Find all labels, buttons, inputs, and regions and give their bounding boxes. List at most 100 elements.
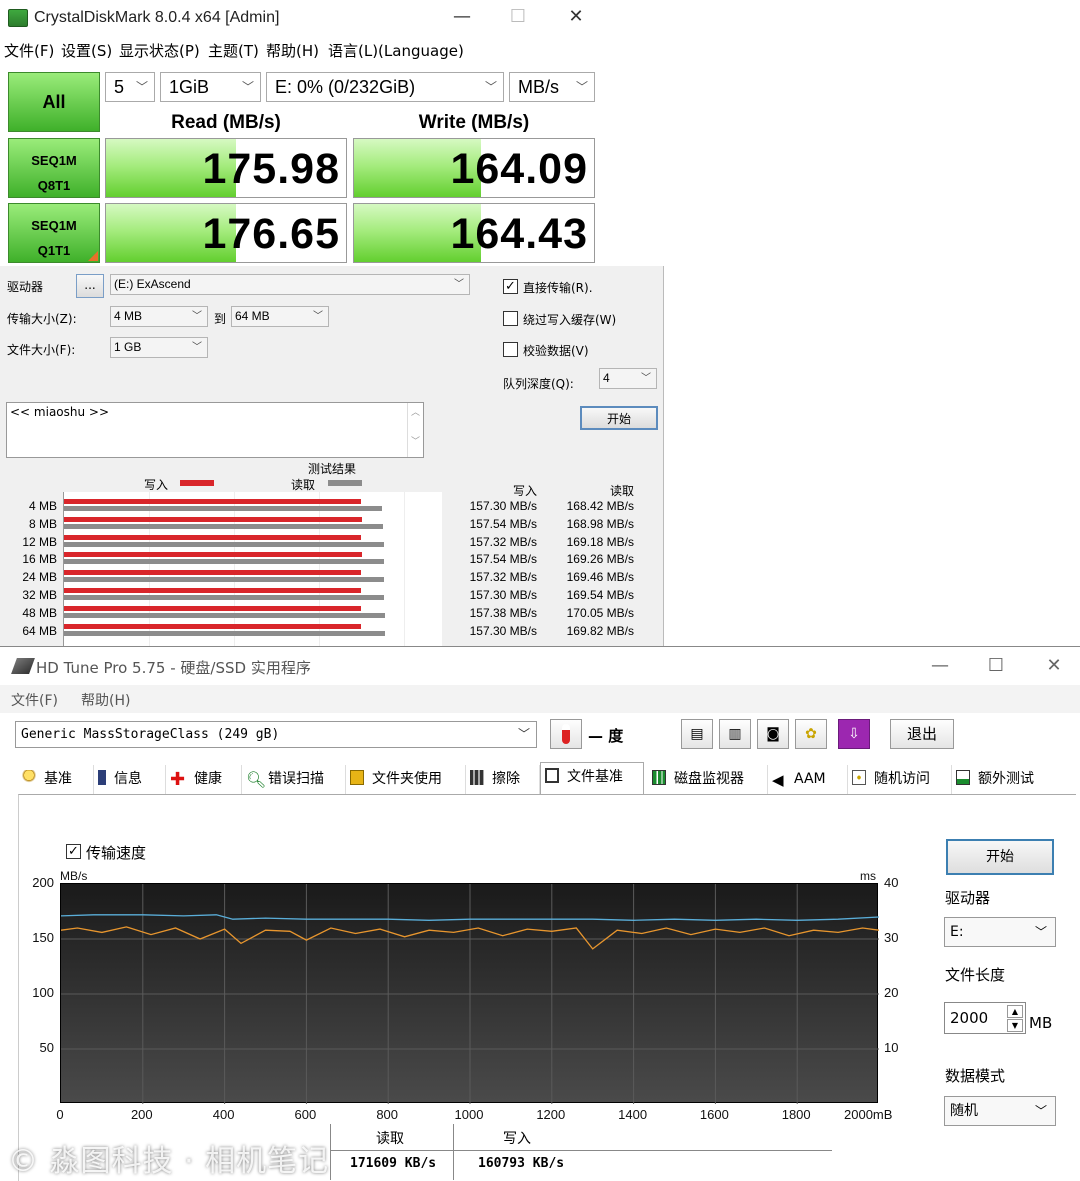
row-size-label: 4 MB (28, 499, 57, 513)
y2-tick-label: 20 (884, 985, 899, 1000)
file-benchmark-icon (545, 768, 559, 783)
verify-checkbox[interactable] (503, 342, 518, 357)
transfer-from-select[interactable]: 4 MB ﹀ (110, 306, 208, 327)
tab-folder-usage[interactable]: 文件夹使用 (346, 765, 466, 795)
scroll-down-icon: ﹀ (410, 437, 420, 447)
tab-label: 错误扫描 (268, 771, 324, 787)
x-tick-label: 1600 (699, 1107, 729, 1122)
drive-select[interactable]: (E:) ExAscend ﹀ (110, 274, 470, 295)
transfer-to-select[interactable]: 64 MB ﹀ (231, 306, 329, 327)
unit-select[interactable]: MB/s ﹀ (509, 72, 595, 102)
memo-scrollbar[interactable]: ︿ ﹀ (407, 403, 423, 457)
tab-extra-tests[interactable]: 额外测试 (952, 765, 1058, 795)
copy-text-icon[interactable]: ▤ (681, 719, 713, 749)
tab-label: 擦除 (492, 771, 520, 787)
tab-bar: 基准 信息 ✚ 健康 🔍︎ 错误扫描 文件夹使用 擦除 文件基准 磁盘监视器 ◀︎ A… (18, 762, 1058, 795)
test-button-seq1m-q1t1[interactable]: SEQ1M Q1T1 (8, 203, 100, 263)
tab-health[interactable]: ✚ 健康 (166, 765, 242, 795)
drive-name: Generic MassStorageClass (249 gB) (21, 727, 280, 742)
row-write-value: 157.54 MB/s (469, 516, 537, 531)
write-bar (64, 588, 362, 593)
close-button[interactable]: ✕ (556, 6, 596, 30)
data-mode-label: 数据模式 (945, 1067, 1006, 1085)
minimize-button[interactable]: — (920, 655, 960, 679)
spin-up-icon[interactable]: ▲ (1007, 1005, 1023, 1018)
to-label: 到 (214, 312, 227, 326)
read-value: 176.65 (202, 210, 340, 258)
chevron-down-icon: ﹀ (641, 373, 651, 384)
drive-select[interactable]: E: ﹀ (944, 917, 1056, 947)
x-tick-label: 1800 (781, 1107, 811, 1122)
close-button[interactable]: ✕ (1034, 655, 1074, 679)
tab-benchmark[interactable]: 基准 (18, 765, 94, 795)
data-mode-value: 随机 (950, 1103, 978, 1119)
tab-erase[interactable]: 擦除 (466, 765, 540, 795)
settings-icon[interactable]: ✿ (795, 719, 827, 749)
tab-error-scan[interactable]: 🔍︎ 错误扫描 (242, 765, 346, 795)
screenshot-icon[interactable]: ◙ (757, 719, 789, 749)
y-tick-label: 50 (39, 1040, 54, 1055)
minimize-button[interactable]: — (442, 6, 482, 30)
menu-file[interactable]: 文件(F) (4, 40, 54, 61)
save-icon[interactable]: ⇩ (838, 719, 870, 749)
write-bar (64, 570, 362, 576)
x-tick-label: 400 (212, 1107, 235, 1122)
tab-info[interactable]: 信息 (94, 765, 166, 795)
tab-disk-monitor[interactable]: 磁盘监视器 (648, 765, 768, 795)
size-select[interactable]: 1GiB ﹀ (160, 72, 261, 102)
corner-marker-icon (88, 251, 98, 261)
tab-random-access[interactable]: 随机访问 (848, 765, 952, 795)
y-axis-unit: MB/s (60, 869, 88, 883)
tab-aam[interactable]: ◀︎ AAM (768, 765, 848, 795)
watermark: © 淼图科技 · 相机笔记 (8, 1144, 330, 1179)
browse-button[interactable]: ... (76, 274, 104, 298)
row-write-value: 157.32 MB/s (469, 570, 537, 585)
menu-theme[interactable]: 主题(T) (208, 40, 259, 61)
menu-file[interactable]: 文件(F) (11, 690, 58, 710)
y2-tick-label: 10 (884, 1040, 899, 1055)
all-button[interactable]: All (8, 72, 100, 132)
description-memo[interactable]: << miaoshu >> ︿ ﹀ (6, 402, 424, 458)
menu-language[interactable]: 语言(L)(Language) (328, 40, 464, 61)
copy-info-icon[interactable]: ▥ (719, 719, 751, 749)
maximize-button[interactable]: ☐ (976, 655, 1016, 679)
row-read-value: 170.05 MB/s (566, 605, 634, 620)
chevron-down-icon: ﹀ (575, 80, 588, 94)
data-mode-select[interactable]: 随机 ﹀ (944, 1096, 1056, 1126)
file-length-value: 2000 (950, 1009, 989, 1027)
start-button[interactable]: 开始 (580, 406, 658, 430)
bypass-cache-checkbox[interactable] (503, 311, 518, 326)
test-button-seq1m-q8t1[interactable]: SEQ1M Q8T1 (8, 138, 100, 198)
row-read-value: 168.42 MB/s (566, 499, 634, 513)
transfer-speed-checkbox[interactable]: ✓ (66, 844, 81, 859)
row-size-label: 12 MB (22, 534, 57, 549)
menu-help[interactable]: 帮助(H) (266, 40, 319, 61)
menu-bar: 文件(F) 帮助(H) (0, 685, 1080, 713)
menu-help[interactable]: 帮助(H) (81, 690, 130, 710)
spin-down-icon[interactable]: ▼ (1007, 1019, 1023, 1032)
read-bar (64, 630, 385, 636)
exit-button[interactable]: 退出 (890, 719, 954, 749)
menu-display[interactable]: 显示状态(P) (119, 40, 200, 61)
maximize-button[interactable]: ☐ (498, 6, 538, 30)
drive-combo[interactable]: Generic MassStorageClass (249 gB) ﹀ (15, 721, 537, 748)
drive-select[interactable]: E: 0% (0/232GiB) ﹀ (266, 72, 504, 102)
transfer-to-value: 64 MB (235, 309, 270, 323)
menu-settings[interactable]: 设置(S) (61, 40, 112, 61)
x-tick-label: 0 (56, 1107, 64, 1122)
row-read-value: 169.26 MB/s (566, 552, 634, 567)
test-params: Q1T1 (37, 243, 71, 258)
random-access-icon (852, 770, 866, 785)
row-size-label: 16 MB (22, 552, 57, 567)
read-bar (64, 559, 384, 565)
direct-io-checkbox[interactable]: ✓ (503, 279, 518, 294)
file-size-select[interactable]: 1 GB ﹀ (110, 337, 208, 358)
count-select[interactable]: 5 ﹀ (105, 72, 155, 102)
row-size-label: 48 MB (22, 605, 57, 620)
queue-depth-select[interactable]: 4 ﹀ (599, 368, 657, 389)
y2-axis-unit: ms (860, 869, 876, 883)
file-length-input[interactable]: 2000 ▲ ▼ (944, 1002, 1026, 1034)
tab-file-benchmark[interactable]: 文件基准 (540, 762, 644, 795)
start-button[interactable]: 开始 (946, 839, 1054, 875)
read-bar (64, 506, 383, 511)
